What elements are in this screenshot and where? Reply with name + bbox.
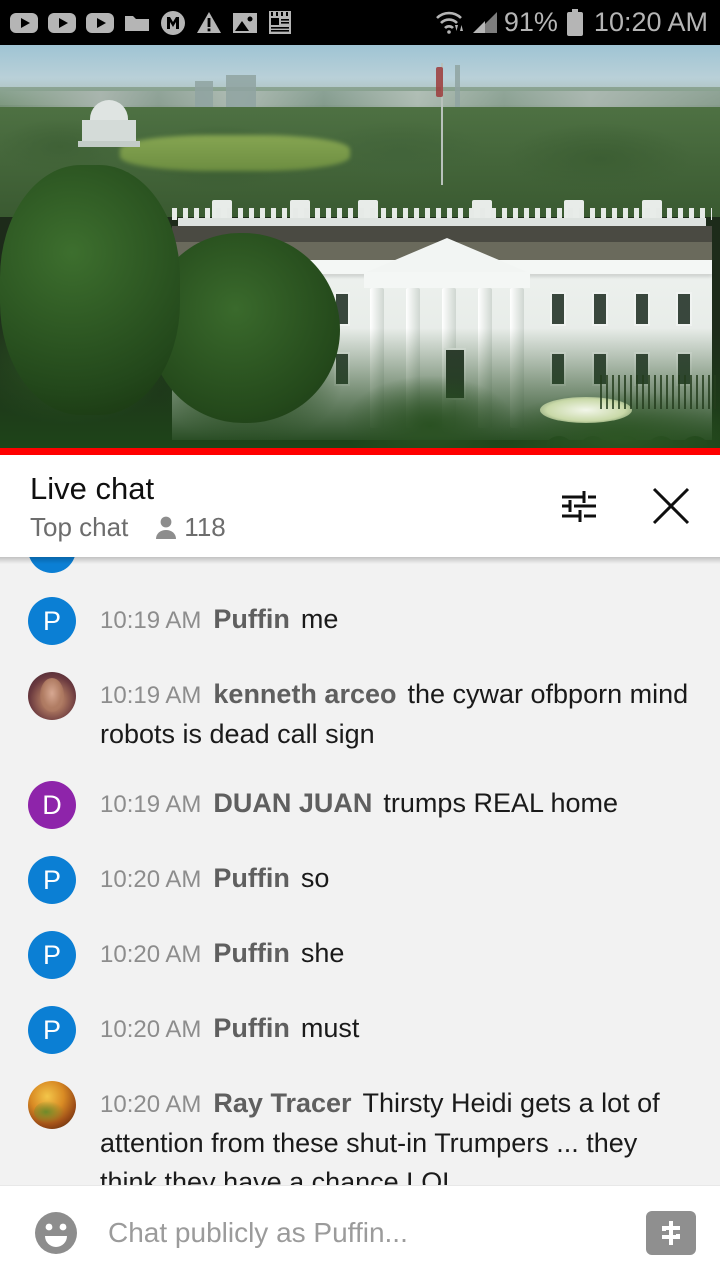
- viewer-count: 118: [154, 511, 226, 543]
- messages-container: P 10:19 AM Puffin me 10:19 AM kenneth arceo th…: [0, 597, 720, 1185]
- message-author[interactable]: Ray Tracer: [213, 1088, 351, 1118]
- message-timestamp: 10:20 AM: [100, 866, 202, 893]
- chat-message-row[interactable]: D 10:19 AM DUAN JUAN trumps REAL home: [0, 781, 720, 829]
- chat-message-row[interactable]: P 10:20 AM Puffin so: [0, 856, 720, 904]
- chat-message-row[interactable]: P 10:19 AM Puffin me: [0, 597, 720, 645]
- message-author[interactable]: kenneth arceo: [213, 679, 396, 709]
- wifi-data-transfer-icon: [435, 11, 463, 34]
- viewer-count-label: 118: [184, 511, 226, 542]
- message-author[interactable]: DUAN JUAN: [213, 788, 372, 818]
- chat-message-body: 10:19 AM kenneth arceo the cywar ofbporn m…: [100, 672, 698, 754]
- super-chat-dollar-icon: [662, 1221, 680, 1245]
- status-bar-clock: 10:20 AM: [593, 7, 708, 37]
- chat-message-body: 10:20 AM Puffin so: [100, 856, 329, 899]
- close-chat-button[interactable]: [648, 483, 694, 529]
- chat-message-body: 10:20 AM Puffin she: [100, 931, 344, 974]
- chat-message-row[interactable]: 10:20 AM Ray Tracer Thirsty Heidi gets a l…: [0, 1081, 720, 1185]
- message-text: me: [300, 604, 339, 634]
- close-icon: [652, 487, 690, 525]
- avatar-initial: D: [42, 789, 62, 820]
- avatar-initial: P: [42, 605, 61, 636]
- youtube-play-icon: [48, 12, 76, 33]
- chat-message-body: 10:19 AM Puffin me: [100, 597, 338, 640]
- distant-building: [195, 81, 213, 107]
- emoji-picker-button[interactable]: [30, 1207, 82, 1259]
- message-timestamp: 10:20 AM: [100, 1016, 202, 1043]
- chat-mode-label[interactable]: Top chat: [30, 512, 128, 542]
- avatar[interactable]: [28, 672, 76, 720]
- chat-input[interactable]: [108, 1217, 632, 1249]
- page-title: Live chat: [30, 470, 155, 506]
- super-chat-button[interactable]: [646, 1211, 696, 1255]
- message-timestamp: 10:19 AM: [100, 791, 202, 818]
- battery-percent-label: 91%: [503, 7, 558, 37]
- m-circle-icon: [161, 10, 185, 35]
- message-timestamp: 10:20 AM: [100, 941, 202, 968]
- chat-message-body: 10:20 AM Puffin must: [100, 1006, 359, 1049]
- live-chat-screen: 91% 10:20 AM Live chat Top chat 118 P 10…: [0, 0, 720, 1280]
- video-player[interactable]: [0, 45, 720, 448]
- emoji-smiley-icon: [35, 1212, 77, 1254]
- message-timestamp: 10:19 AM: [100, 682, 202, 709]
- live-chat-header: Live chat Top chat 118: [0, 455, 720, 557]
- avatar[interactable]: P: [28, 931, 76, 979]
- message-text: she: [300, 938, 345, 968]
- avatar-initial: P: [42, 1014, 61, 1045]
- header-shadow: [0, 557, 720, 564]
- status-bar: 91% 10:20 AM: [0, 0, 720, 45]
- jefferson-memorial: [78, 100, 140, 147]
- message-timestamp: 10:19 AM: [100, 607, 202, 634]
- status-bar-system-indicators: 91% 10:20 AM: [434, 7, 708, 38]
- message-text: so: [300, 863, 330, 893]
- chat-composer: [0, 1185, 720, 1280]
- chat-message-row[interactable]: P 10:20 AM Puffin she: [0, 931, 720, 979]
- warning-triangle-icon: [197, 12, 221, 33]
- distant-lawn: [120, 135, 350, 171]
- chat-header-actions: [556, 483, 694, 529]
- avatar[interactable]: P: [28, 597, 76, 645]
- chat-settings-button[interactable]: [556, 483, 602, 529]
- message-author[interactable]: Puffin: [213, 604, 289, 634]
- youtube-play-icon: [86, 12, 114, 33]
- avatar[interactable]: P: [28, 856, 76, 904]
- avatar[interactable]: [28, 1081, 76, 1129]
- chat-message-list[interactable]: P 10:19 AM Puffin me 10:19 AM kenneth arceo th…: [0, 557, 720, 1185]
- notepad-icon: [269, 10, 291, 34]
- chat-settings-sliders-icon: [562, 491, 596, 522]
- chat-message-row[interactable]: P 10:20 AM Puffin must: [0, 1006, 720, 1054]
- video-progress-bar[interactable]: [0, 448, 720, 455]
- avatar-initial: P: [42, 864, 61, 895]
- battery-icon: [566, 8, 583, 36]
- distant-building: [226, 75, 256, 107]
- chat-message-body: 10:19 AM DUAN JUAN trumps REAL home: [100, 781, 618, 824]
- flag: [436, 67, 443, 97]
- status-bar-notification-icons: [10, 10, 292, 36]
- person-icon: [156, 516, 177, 539]
- message-author[interactable]: Puffin: [213, 863, 289, 893]
- cellular-signal-icon: [472, 11, 497, 33]
- fence: [600, 375, 720, 409]
- message-timestamp: 10:20 AM: [100, 1091, 202, 1118]
- avatar[interactable]: D: [28, 781, 76, 829]
- folder-icon: [125, 15, 149, 31]
- image-icon: [233, 12, 257, 33]
- message-author[interactable]: Puffin: [213, 938, 289, 968]
- chat-header-titles: Live chat Top chat 118: [30, 470, 226, 543]
- distant-tower: [455, 65, 460, 107]
- message-text: must: [300, 1013, 360, 1043]
- avatar-initial: P: [42, 939, 61, 970]
- chat-message-body: 10:20 AM Ray Tracer Thirsty Heidi gets a l…: [100, 1081, 698, 1185]
- message-text: trumps REAL home: [383, 788, 619, 818]
- foreground-tree: [0, 165, 180, 415]
- video-progress-fill: [0, 448, 720, 455]
- chat-message-row[interactable]: 10:19 AM kenneth arceo the cywar ofbporn m…: [0, 672, 720, 754]
- avatar[interactable]: P: [28, 1006, 76, 1054]
- youtube-play-icon: [10, 12, 38, 33]
- message-author[interactable]: Puffin: [213, 1013, 289, 1043]
- chat-header-subtitle-row: Top chat 118: [30, 512, 226, 543]
